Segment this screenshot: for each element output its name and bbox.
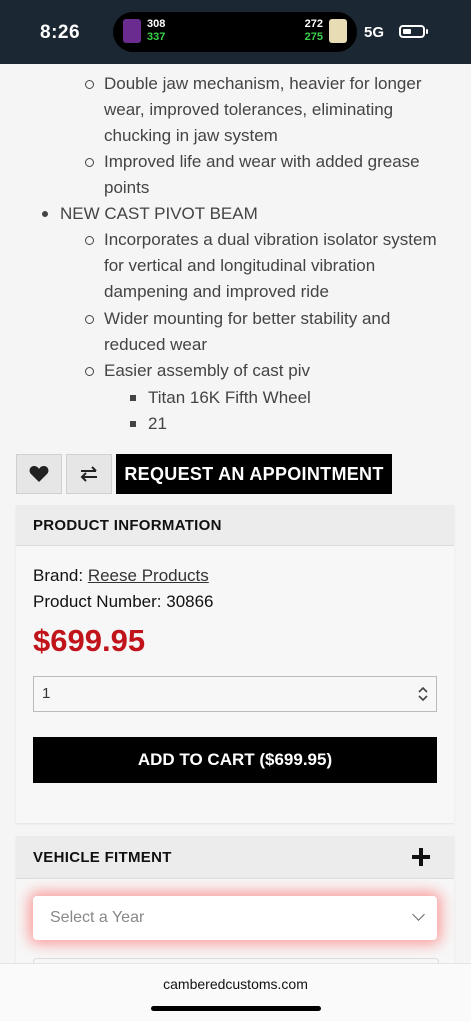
list-item-line: chucking in jaw system [104, 126, 278, 145]
quantity-value: 1 [42, 685, 51, 702]
chevron-down-icon [412, 908, 425, 921]
product-number-label: Product Number: [33, 592, 162, 611]
list-item: Improved life and wear with added grease… [85, 149, 454, 201]
list-item-line: Improved life and wear with added grease [104, 152, 420, 171]
add-to-cart-button[interactable]: ADD TO CART ($699.95) [33, 737, 437, 783]
browser-url: camberedcustoms.com [163, 976, 308, 992]
brand-line: Brand: Reese Products [33, 566, 209, 586]
list-item-line: dampening and improved ride [104, 282, 329, 301]
browser-address-bar[interactable]: camberedcustoms.com [0, 963, 471, 1021]
plus-icon [412, 848, 430, 866]
compare-button[interactable] [66, 454, 112, 494]
list-item-line: wear, improved tolerances, eliminating [104, 100, 394, 119]
list-item: 21 [130, 411, 167, 437]
product-number-line: Product Number: 30866 [33, 592, 214, 612]
year-select[interactable]: Select a Year [33, 896, 437, 940]
list-item: Wider mounting for better stability and … [85, 306, 454, 358]
list-item-line: Double jaw mechanism, heavier for longer [104, 74, 422, 93]
list-item-line: Wider mounting for better stability and [104, 309, 391, 328]
list-item-line: reduced wear [104, 335, 208, 354]
compare-arrows-icon [80, 466, 97, 482]
score-left: 308 337 [147, 18, 165, 44]
list-item-line: Incorporates a dual vibration isolator s… [104, 230, 437, 249]
battery-icon [399, 25, 425, 38]
battery-tip [426, 29, 428, 34]
team-logo-right-icon [329, 19, 347, 43]
list-item-line: points [104, 178, 150, 197]
score-right: 272 275 [305, 18, 323, 44]
list-item: Incorporates a dual vibration isolator s… [85, 227, 454, 305]
list-item-heading: NEW CAST PIVOT BEAM [42, 201, 258, 227]
brand-link[interactable]: Reese Products [88, 566, 209, 585]
score-right-top: 272 [304, 18, 323, 30]
vehicle-fitment-toggle[interactable]: VEHICLE FITMENT [16, 836, 454, 879]
product-number-value: 30866 [166, 592, 214, 611]
product-information-title: PRODUCT INFORMATION [16, 505, 454, 546]
live-activity-scoreboard[interactable]: 308 337 272 275 [113, 12, 357, 52]
quantity-select[interactable]: 1 [33, 676, 437, 712]
status-bar: 8:26 308 337 272 275 5G [0, 0, 471, 64]
status-time: 8:26 [40, 22, 81, 43]
list-item: Easier assembly of cast piv [85, 358, 454, 384]
team-logo-left-icon [123, 19, 141, 43]
network-label: 5G [364, 24, 385, 41]
request-appointment-button[interactable]: REQUEST AN APPOINTMENT [116, 454, 392, 494]
wishlist-button[interactable] [16, 454, 62, 494]
list-item: Titan 16K Fifth Wheel [130, 385, 311, 411]
select-updown-icon [418, 686, 428, 702]
score-left-top: 308 [147, 18, 166, 30]
home-indicator [151, 1006, 321, 1011]
score-right-bottom: 275 [304, 31, 323, 43]
heart-icon [29, 466, 49, 482]
list-item: Double jaw mechanism, heavier for longer… [85, 71, 454, 149]
year-select-placeholder: Select a Year [50, 909, 145, 926]
product-price: $699.95 [33, 623, 146, 658]
score-left-bottom: 337 [147, 31, 166, 43]
product-information-card: PRODUCT INFORMATION Brand: Reese Product… [16, 505, 454, 823]
vehicle-fitment-title: VEHICLE FITMENT [33, 848, 172, 866]
brand-label: Brand: [33, 566, 84, 585]
list-item-line: for vertical and longitudinal vibration [104, 256, 376, 275]
